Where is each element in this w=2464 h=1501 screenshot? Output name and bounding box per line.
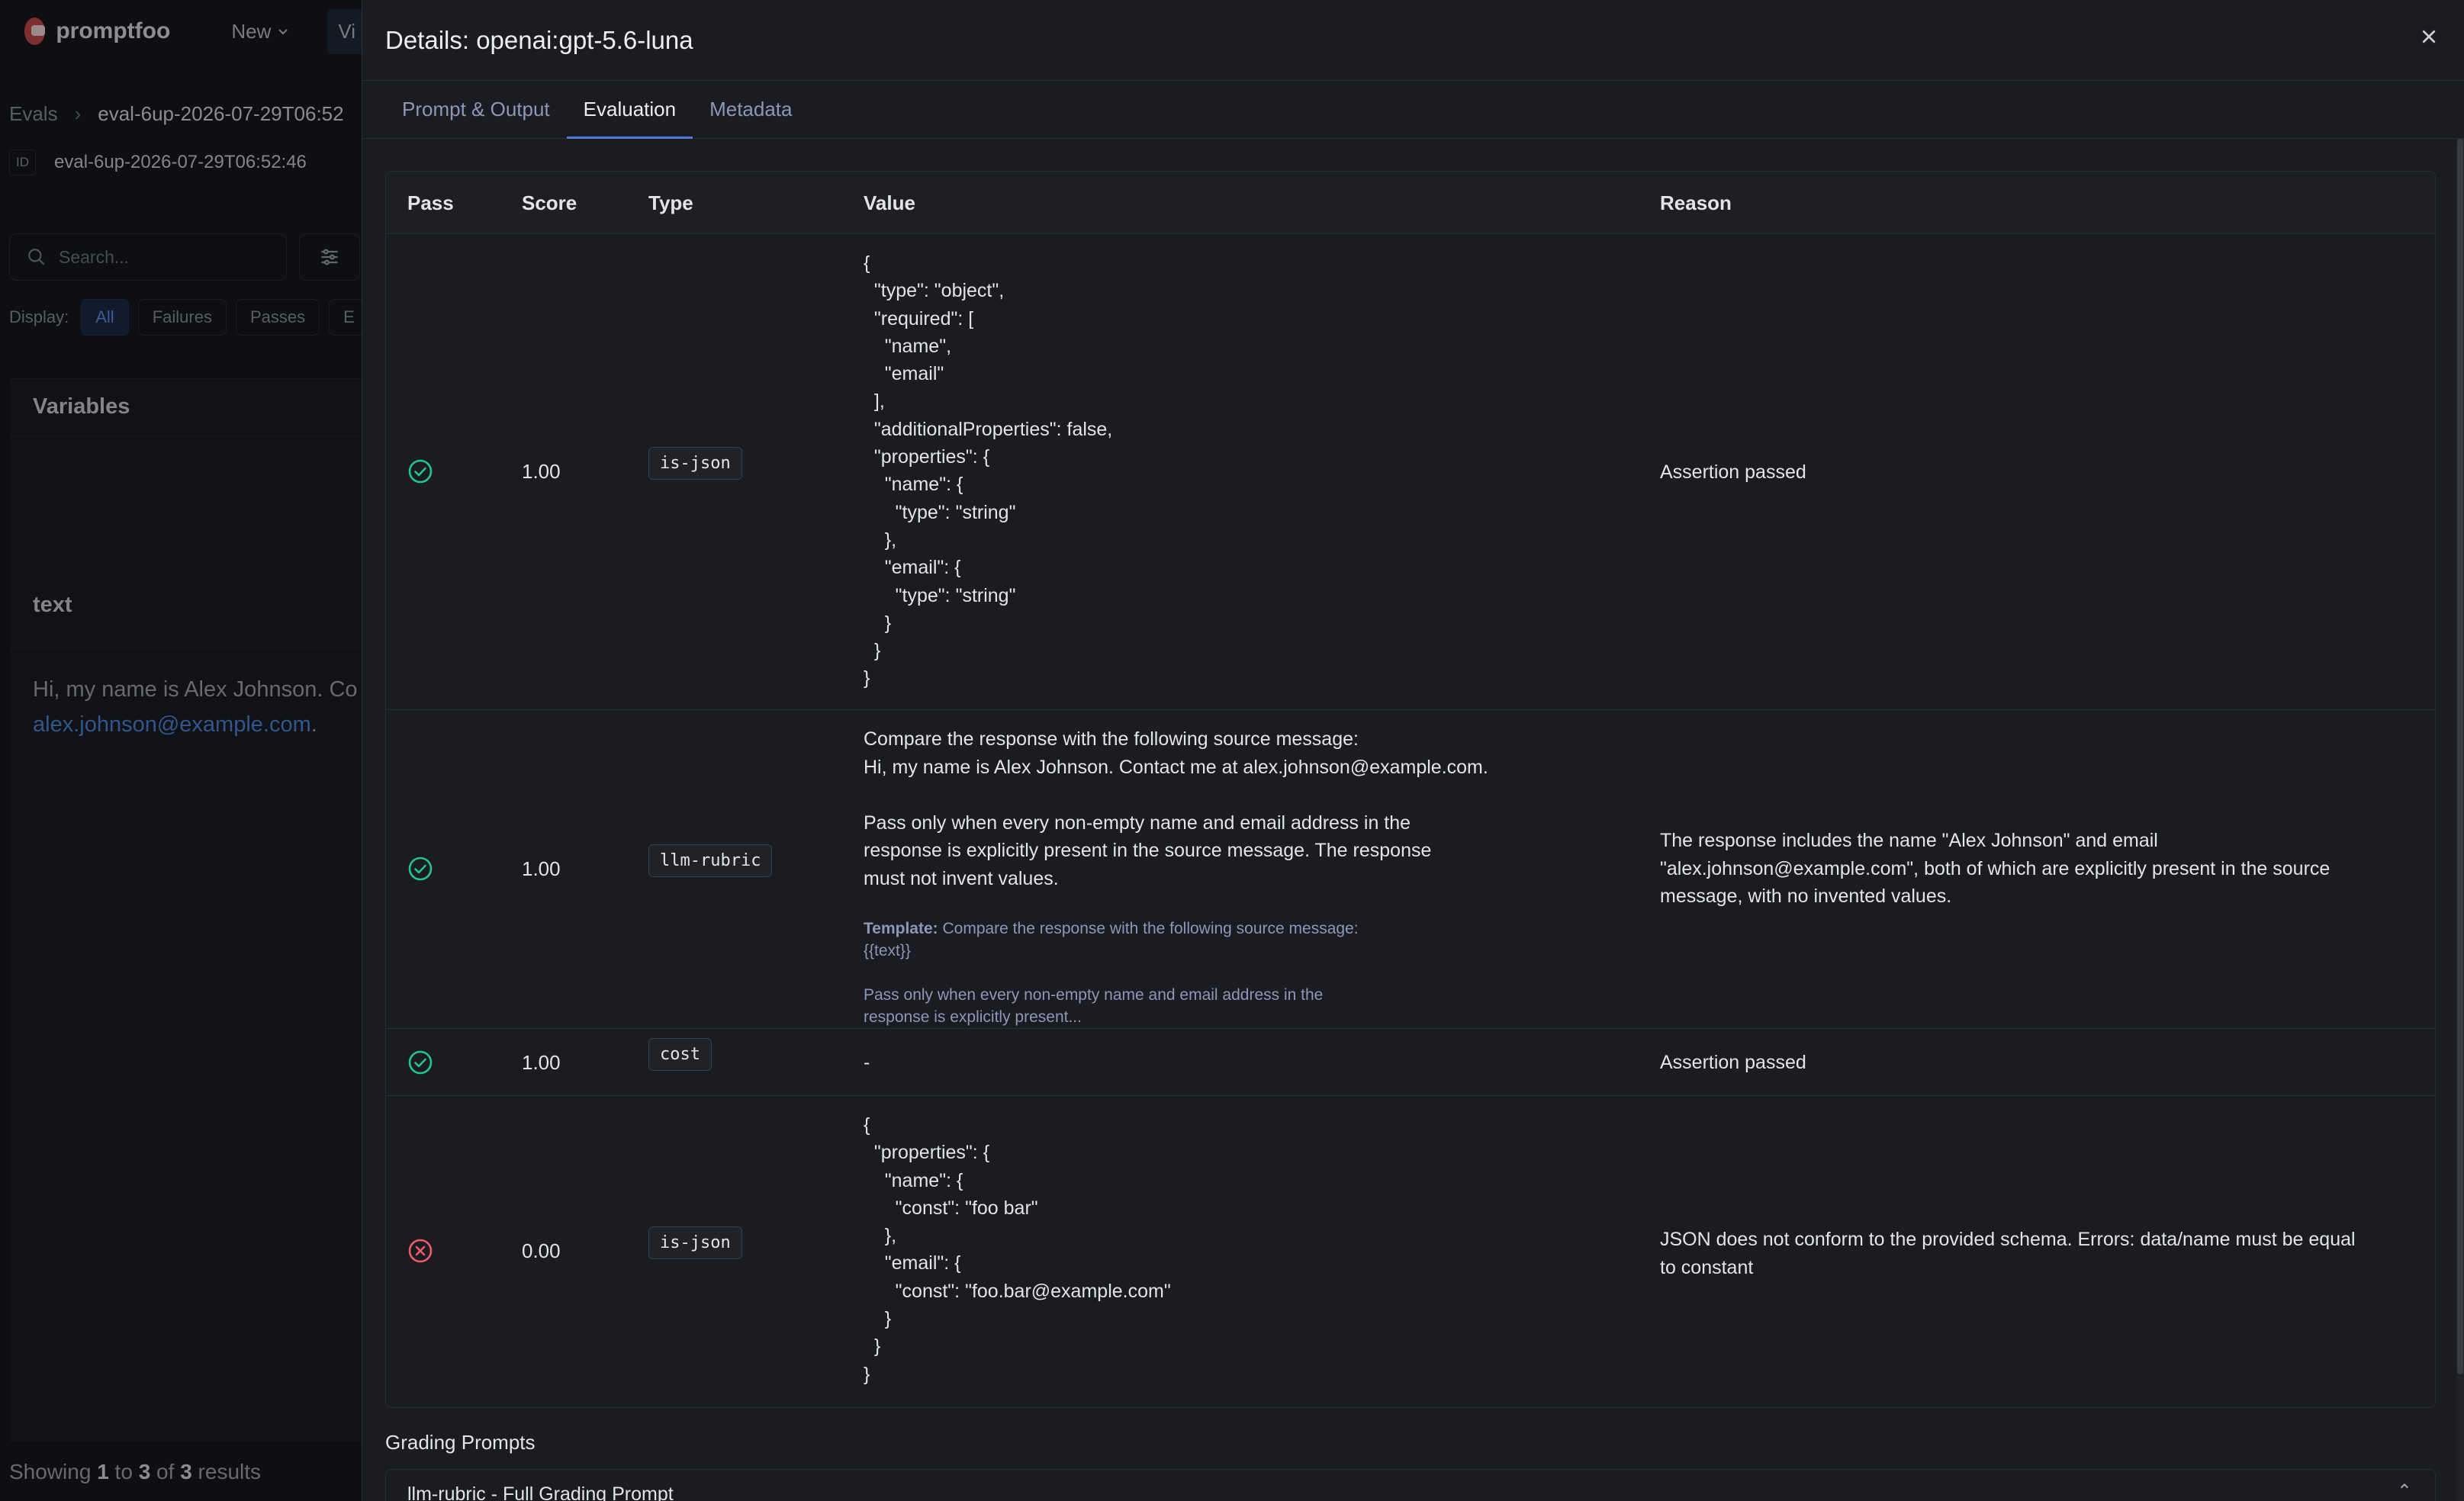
check-circle-icon <box>408 459 433 484</box>
drawer-content: Pass Score Type Value Reason 1.00 is-jso… <box>362 139 2464 1501</box>
assertion-value: { "properties": { "name": { "const": "fo… <box>864 1114 1171 1385</box>
modal-backdrop[interactable] <box>0 0 366 1501</box>
close-icon <box>2422 30 2436 43</box>
assertion-type-tag: is-json <box>648 1226 742 1259</box>
details-drawer: Details: openai:gpt-5.6-luna Prompt & Ou… <box>362 0 2464 1501</box>
template-text: Compare the response with the following … <box>864 920 1359 1026</box>
drawer-tabs: Prompt & Output Evaluation Metadata <box>362 81 2464 139</box>
tab-evaluation[interactable]: Evaluation <box>566 81 693 139</box>
header-value: Value <box>864 191 915 214</box>
assertion-type-tag: cost <box>648 1038 712 1071</box>
drawer-title: Details: openai:gpt-5.6-luna <box>385 25 693 54</box>
assertion-reason: The response includes the name "Alex Joh… <box>1660 830 2331 907</box>
assertion-type-tag: llm-rubric <box>648 844 773 877</box>
type-cell: is-json <box>648 1226 742 1259</box>
assertion-value: { "type": "object", "required": [ "name"… <box>864 252 1113 689</box>
type-cell: cost <box>648 1038 712 1071</box>
assertion-reason: JSON does not conform to the provided sc… <box>1660 1229 2356 1278</box>
pass-cell <box>407 1049 433 1079</box>
header-pass: Pass <box>407 191 454 214</box>
x-circle-icon <box>408 1239 433 1263</box>
table-row: 0.00 is-json { "properties": { "name": {… <box>386 1096 2435 1407</box>
tab-prompt-output[interactable]: Prompt & Output <box>385 81 567 138</box>
template-label: Template: <box>864 920 938 937</box>
table-header: Pass Score Type Value Reason <box>386 172 2435 234</box>
chevron-up-icon: ⌃ <box>2396 1481 2412 1501</box>
score-value: 1.00 <box>522 1051 561 1074</box>
score-value: 1.00 <box>522 460 561 483</box>
assertion-reason: Assertion passed <box>1660 461 1806 483</box>
assertion-type-tag: is-json <box>648 447 742 480</box>
table-row: 1.00 llm-rubric Compare the response wit… <box>386 710 2435 1029</box>
grading-prompts-title: Grading Prompts <box>385 1431 536 1454</box>
header-reason: Reason <box>1660 191 1732 214</box>
header-score: Score <box>522 191 577 214</box>
pass-cell <box>407 1238 433 1268</box>
close-button[interactable] <box>2411 18 2447 55</box>
tab-metadata[interactable]: Metadata <box>693 81 809 138</box>
pass-cell <box>407 856 433 885</box>
grading-prompt-accordion[interactable]: llm-rubric - Full Grading Prompt ⌃ <box>385 1469 2436 1501</box>
assertions-table: Pass Score Type Value Reason 1.00 is-jso… <box>385 171 2436 1408</box>
score-value: 1.00 <box>522 857 561 880</box>
assertion-value: Compare the response with the following … <box>864 728 1488 889</box>
drawer-header: Details: openai:gpt-5.6-luna <box>362 0 2464 81</box>
assertion-reason: Assertion passed <box>1660 1052 1806 1073</box>
assertion-value: - <box>864 1052 870 1073</box>
type-cell: is-json <box>648 447 742 480</box>
type-cell: llm-rubric <box>648 844 773 877</box>
check-circle-icon <box>408 857 433 881</box>
header-type: Type <box>648 191 693 214</box>
grading-prompt-label: llm-rubric - Full Grading Prompt <box>407 1483 674 1501</box>
scrollbar-thumb[interactable] <box>2457 139 2463 1374</box>
score-value: 0.00 <box>522 1239 561 1262</box>
pass-cell <box>407 458 433 488</box>
table-row: 1.00 cost - Assertion passed <box>386 1029 2435 1096</box>
table-row: 1.00 is-json { "type": "object", "requir… <box>386 234 2435 710</box>
check-circle-icon <box>408 1050 433 1075</box>
rubric-template: Template: Compare the response with the … <box>864 918 1359 1028</box>
